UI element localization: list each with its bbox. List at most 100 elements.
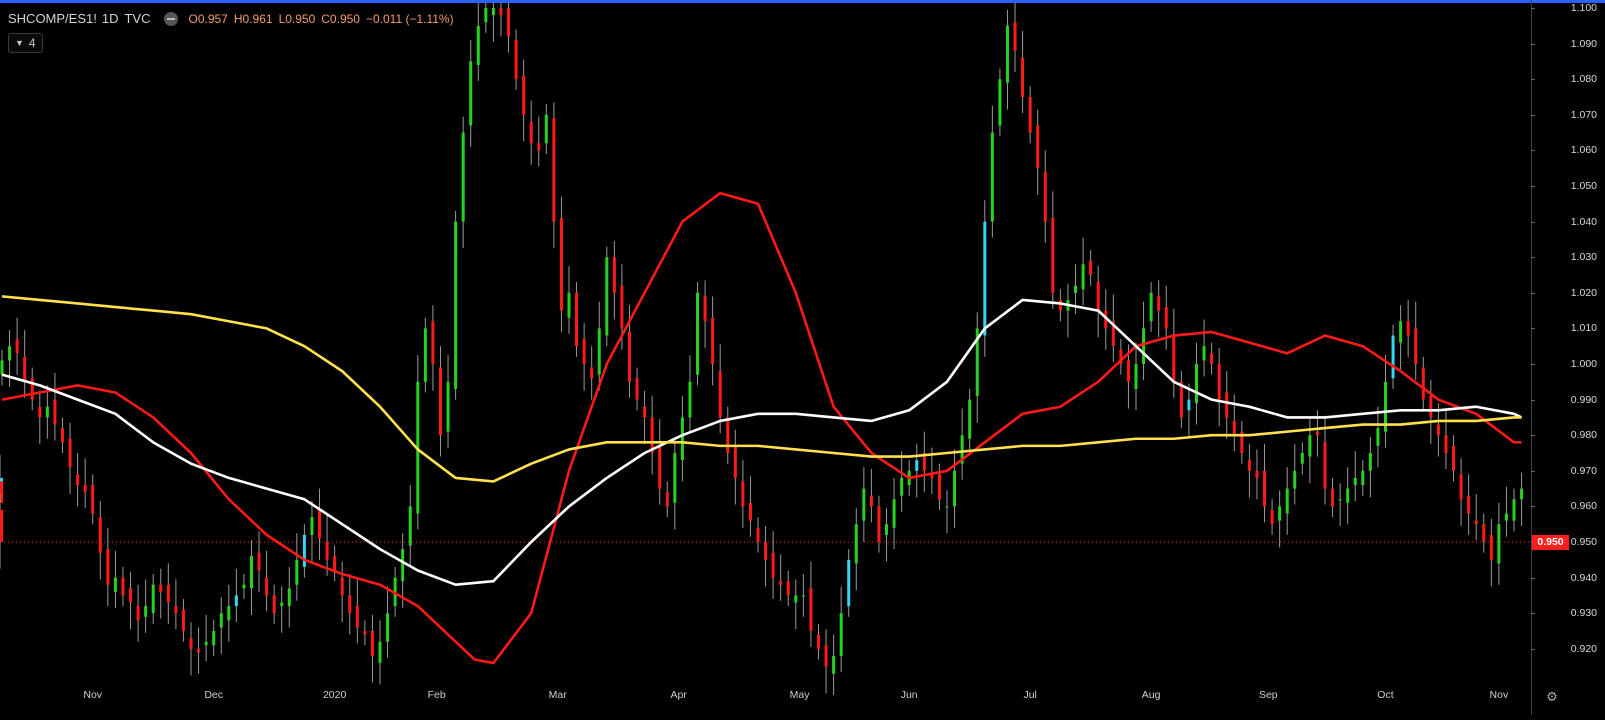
candle xyxy=(544,104,548,154)
price-chart[interactable] xyxy=(0,0,1605,715)
candle-body-down xyxy=(106,549,110,585)
y-tick-mark xyxy=(1531,150,1535,152)
candle-body-up xyxy=(1512,499,1516,521)
candle xyxy=(968,388,972,450)
candle xyxy=(1164,285,1168,350)
candle xyxy=(1452,435,1456,482)
candle xyxy=(1172,308,1176,398)
candle xyxy=(1406,299,1410,357)
y-tick-label: 1.090 xyxy=(1570,37,1597,50)
candle-body-up xyxy=(1308,435,1312,457)
candle xyxy=(703,280,707,348)
candle xyxy=(499,0,503,37)
candle xyxy=(643,390,647,445)
candle xyxy=(68,422,72,494)
candle-body-down xyxy=(1429,396,1433,418)
candle xyxy=(53,372,57,441)
top-accent-bar xyxy=(0,0,1605,3)
candle-body-down xyxy=(1172,335,1176,382)
x-tick-label: Dec xyxy=(204,689,224,701)
candle-body-up xyxy=(45,406,49,418)
candle xyxy=(340,561,344,623)
candle-body-down xyxy=(98,517,102,553)
candle xyxy=(159,568,163,619)
candle xyxy=(1353,451,1357,502)
candle-body-down xyxy=(370,631,374,656)
candle-body-up xyxy=(1391,335,1395,379)
candle xyxy=(23,330,27,398)
candle-body-down xyxy=(1225,392,1229,418)
candle xyxy=(1058,289,1062,322)
candle-body-down xyxy=(786,581,790,596)
candle xyxy=(983,200,987,357)
candle-body-down xyxy=(665,492,669,507)
candle-body-down xyxy=(658,445,662,489)
candle-body-down xyxy=(91,485,95,514)
candle xyxy=(1383,355,1387,448)
candle-body-up xyxy=(1520,488,1524,500)
candle xyxy=(249,540,253,615)
chart-area[interactable] xyxy=(0,0,1605,715)
candle-body-down xyxy=(181,609,185,631)
candle-body-down xyxy=(129,588,133,603)
candle xyxy=(491,0,495,42)
candle-body-down xyxy=(363,631,367,635)
candle-body-up xyxy=(249,556,253,589)
candle xyxy=(121,566,125,607)
candle xyxy=(416,355,420,530)
candle xyxy=(1255,449,1259,500)
indicators-collapse-button[interactable]: ▼ 4 xyxy=(8,33,43,53)
candle-body-up xyxy=(310,517,314,535)
candle-body-up xyxy=(1338,499,1342,501)
candle xyxy=(204,614,208,662)
candle xyxy=(272,584,276,624)
candle xyxy=(0,349,4,386)
candle-body-down xyxy=(23,356,27,382)
candle xyxy=(1361,460,1365,496)
y-tick-label: 1.000 xyxy=(1570,358,1597,370)
candle-body-up xyxy=(423,328,427,382)
candle xyxy=(1338,483,1342,526)
candle xyxy=(242,574,246,599)
candle-body-down xyxy=(348,595,352,614)
candle xyxy=(166,563,170,624)
candle-body-down xyxy=(1013,22,1017,51)
candle xyxy=(673,436,677,530)
candle-body-down xyxy=(1164,307,1168,329)
candle xyxy=(1051,191,1055,309)
source-label: TVC xyxy=(124,11,151,26)
change-value: −0.011 (−1.11%) xyxy=(365,11,454,26)
candle-body-up xyxy=(1300,453,1304,464)
candle-body-down xyxy=(748,502,752,521)
candle-body-up xyxy=(862,488,866,521)
candle xyxy=(1194,342,1198,425)
candle-body-up xyxy=(1149,292,1153,322)
y-tick-mark xyxy=(1531,186,1535,187)
y-tick-label: 0.990 xyxy=(1570,393,1597,406)
candle-body-up xyxy=(998,79,1002,126)
candle-body-up xyxy=(234,595,238,607)
x-tick-label: Feb xyxy=(427,689,446,701)
eye-icon[interactable] xyxy=(164,11,179,26)
y-tick-label: 1.070 xyxy=(1570,108,1597,121)
candle xyxy=(582,323,586,391)
candle xyxy=(567,266,571,334)
interval-label[interactable]: 1D xyxy=(102,11,119,26)
candle-body-up xyxy=(144,606,148,617)
candle-body-up xyxy=(219,613,223,628)
symbol-name[interactable]: SHCOMP/ES1! xyxy=(8,11,97,26)
candle xyxy=(922,431,926,493)
candle xyxy=(1444,408,1448,470)
x-tick-label: Sep xyxy=(1258,689,1278,701)
candle xyxy=(1247,444,1251,498)
moving-average-line-yellow xyxy=(1,295,1522,483)
candle-body-down xyxy=(136,606,140,621)
candle xyxy=(1467,474,1471,535)
gear-icon[interactable]: ⚙ xyxy=(1545,690,1559,704)
candle xyxy=(136,584,140,642)
candle xyxy=(1497,502,1501,585)
candle xyxy=(1066,283,1070,338)
candle xyxy=(839,586,843,672)
y-tick-label: 1.020 xyxy=(1570,286,1597,299)
candle-body-up xyxy=(378,641,382,664)
